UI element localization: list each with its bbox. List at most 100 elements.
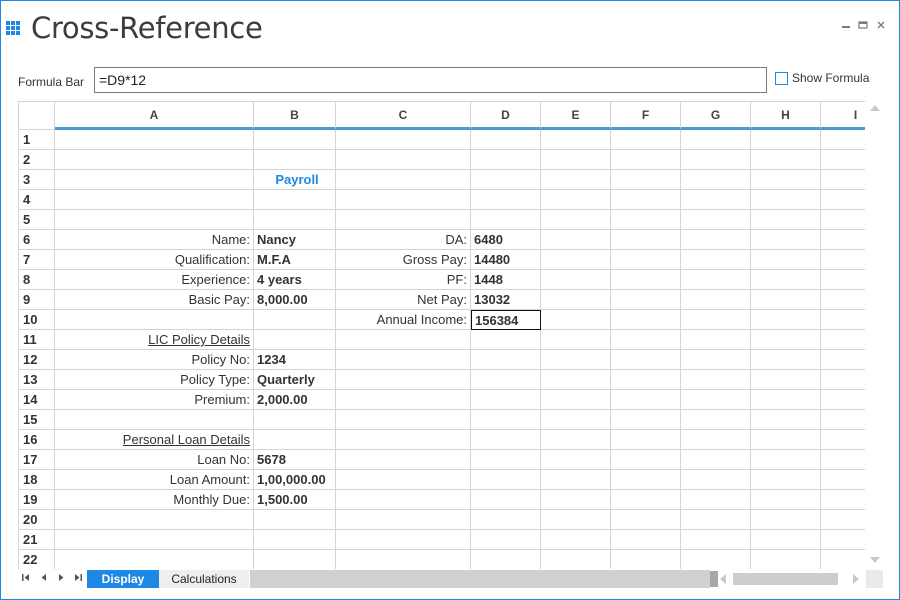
cell-b12[interactable]: 1234 [254, 350, 336, 370]
cell-a20[interactable] [55, 510, 254, 530]
cell-h5[interactable] [751, 210, 821, 230]
cell-h16[interactable] [751, 430, 821, 450]
row-header-9[interactable]: 9 [19, 290, 55, 310]
scroll-down-icon[interactable] [870, 557, 880, 563]
cell-f11[interactable] [611, 330, 681, 350]
cell-g16[interactable] [681, 430, 751, 450]
cell-b3[interactable]: Payroll [254, 170, 336, 190]
cell-e4[interactable] [541, 190, 611, 210]
cell-d17[interactable] [471, 450, 541, 470]
cell-g22[interactable] [681, 550, 751, 569]
cell-a4[interactable] [55, 190, 254, 210]
cell-d12[interactable] [471, 350, 541, 370]
cell-h14[interactable] [751, 390, 821, 410]
cell-d6[interactable]: 6480 [471, 230, 541, 250]
cell-d5[interactable] [471, 210, 541, 230]
cell-c22[interactable] [336, 550, 471, 569]
cell-d19[interactable] [471, 490, 541, 510]
cell-c2[interactable] [336, 150, 471, 170]
cell-d9[interactable]: 13032 [471, 290, 541, 310]
cell-b5[interactable] [254, 210, 336, 230]
cell-a21[interactable] [55, 530, 254, 550]
cell-g21[interactable] [681, 530, 751, 550]
row-header-4[interactable]: 4 [19, 190, 55, 210]
cell-a6[interactable]: Name: [55, 230, 254, 250]
cell-h22[interactable] [751, 550, 821, 569]
cell-g18[interactable] [681, 470, 751, 490]
row-header-6[interactable]: 6 [19, 230, 55, 250]
cell-c5[interactable] [336, 210, 471, 230]
cell-a3[interactable] [55, 170, 254, 190]
cell-d7[interactable]: 14480 [471, 250, 541, 270]
cell-i16[interactable] [821, 430, 865, 450]
cell-d21[interactable] [471, 530, 541, 550]
cell-a13[interactable]: Policy Type: [55, 370, 254, 390]
cell-c6[interactable]: DA: [336, 230, 471, 250]
cell-c12[interactable] [336, 350, 471, 370]
cell-f13[interactable] [611, 370, 681, 390]
cell-c7[interactable]: Gross Pay: [336, 250, 471, 270]
row-header-15[interactable]: 15 [19, 410, 55, 430]
cell-a17[interactable]: Loan No: [55, 450, 254, 470]
cell-f12[interactable] [611, 350, 681, 370]
cell-i1[interactable] [821, 130, 865, 150]
cell-b21[interactable] [254, 530, 336, 550]
row-header-7[interactable]: 7 [19, 250, 55, 270]
cell-h1[interactable] [751, 130, 821, 150]
cell-e16[interactable] [541, 430, 611, 450]
cell-c9[interactable]: Net Pay: [336, 290, 471, 310]
cell-c20[interactable] [336, 510, 471, 530]
cell-i18[interactable] [821, 470, 865, 490]
cell-a12[interactable]: Policy No: [55, 350, 254, 370]
cell-i6[interactable] [821, 230, 865, 250]
cell-g13[interactable] [681, 370, 751, 390]
cell-e10[interactable] [541, 310, 611, 330]
cell-d8[interactable]: 1448 [471, 270, 541, 290]
cell-a22[interactable] [55, 550, 254, 569]
cell-e7[interactable] [541, 250, 611, 270]
cell-b1[interactable] [254, 130, 336, 150]
cell-e21[interactable] [541, 530, 611, 550]
cell-i3[interactable] [821, 170, 865, 190]
cell-g9[interactable] [681, 290, 751, 310]
cell-i9[interactable] [821, 290, 865, 310]
row-header-11[interactable]: 11 [19, 330, 55, 350]
cell-i5[interactable] [821, 210, 865, 230]
cell-b4[interactable] [254, 190, 336, 210]
cell-i10[interactable] [821, 310, 865, 330]
cell-i20[interactable] [821, 510, 865, 530]
maximize-icon[interactable] [856, 19, 870, 33]
cell-b10[interactable] [254, 310, 336, 330]
spreadsheet-grid[interactable]: A B C D E F G H I 1 2 3 Payroll 4 5 6 Name: Nancy DA: 6480 7… [18, 101, 865, 569]
cell-f5[interactable] [611, 210, 681, 230]
row-header-10[interactable]: 10 [19, 310, 55, 330]
tab-display[interactable]: Display [87, 570, 159, 588]
cell-c21[interactable] [336, 530, 471, 550]
formula-input[interactable] [94, 67, 767, 93]
cell-d18[interactable] [471, 470, 541, 490]
cell-g10[interactable] [681, 310, 751, 330]
cell-a11[interactable]: LIC Policy Details [55, 330, 254, 350]
cell-d22[interactable] [471, 550, 541, 569]
cell-e18[interactable] [541, 470, 611, 490]
cell-c14[interactable] [336, 390, 471, 410]
cell-e15[interactable] [541, 410, 611, 430]
tab-splitter-handle[interactable] [710, 571, 718, 587]
cell-b9[interactable]: 8,000.00 [254, 290, 336, 310]
cell-e12[interactable] [541, 350, 611, 370]
cell-c15[interactable] [336, 410, 471, 430]
cell-g15[interactable] [681, 410, 751, 430]
cell-h8[interactable] [751, 270, 821, 290]
cell-h10[interactable] [751, 310, 821, 330]
cell-f6[interactable] [611, 230, 681, 250]
cell-g3[interactable] [681, 170, 751, 190]
show-formula-toggle[interactable]: Show Formula [775, 71, 869, 85]
cell-h15[interactable] [751, 410, 821, 430]
row-header-3[interactable]: 3 [19, 170, 55, 190]
last-sheet-icon[interactable] [72, 573, 84, 584]
cell-g12[interactable] [681, 350, 751, 370]
cell-g2[interactable] [681, 150, 751, 170]
column-header-a[interactable]: A [55, 102, 254, 130]
cell-h9[interactable] [751, 290, 821, 310]
cell-e3[interactable] [541, 170, 611, 190]
